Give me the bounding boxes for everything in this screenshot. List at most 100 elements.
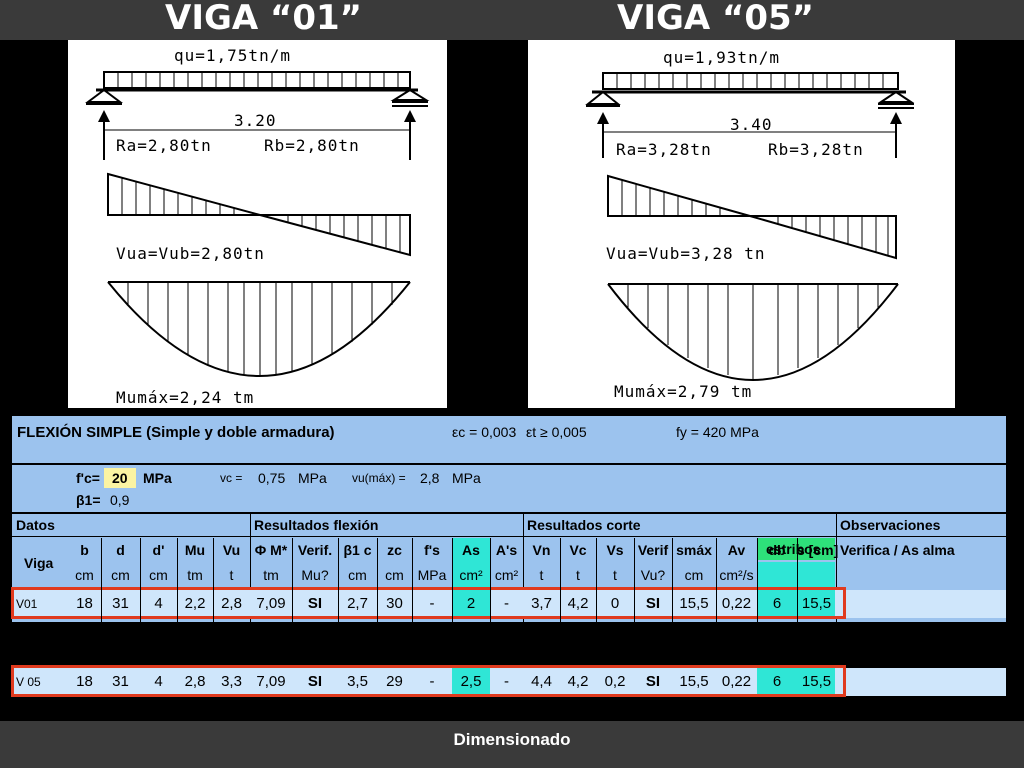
- column-header: db: [768, 542, 786, 558]
- table-cell: 30: [386, 595, 403, 612]
- table-cell: 6: [772, 673, 782, 690]
- row-viga-label: V 05: [16, 675, 41, 689]
- beam-05-moment: Mumáx=2,79 tm: [614, 382, 753, 401]
- section-flexion: Resultados flexión: [254, 517, 379, 533]
- beam-01-span: 3.20: [234, 111, 277, 130]
- table-cell: 4,2: [567, 595, 589, 612]
- column-header: d': [152, 542, 165, 558]
- column-header: d: [116, 542, 125, 558]
- beam-01-shear: Vua=Vub=2,80tn: [116, 244, 265, 263]
- beam-05-load: qu=1,93tn/m: [663, 48, 780, 67]
- column-header: b: [80, 542, 89, 558]
- beta-value: 0,9: [110, 492, 130, 508]
- column-header: smáx: [676, 542, 712, 558]
- column-unit: t: [539, 567, 544, 583]
- column-unit: tm: [263, 567, 279, 583]
- column-header: Vs: [606, 542, 624, 558]
- table-cell: 3,3: [221, 673, 242, 690]
- beam-05-span: 3.40: [730, 115, 773, 134]
- fy: fy = 420 MPa: [676, 424, 759, 440]
- beam-01-ra: Ra=2,80tn: [116, 136, 212, 155]
- beam-05-ra: Ra=3,28tn: [616, 140, 712, 159]
- column-header: Vu: [222, 542, 241, 558]
- table-cell: 3,5: [347, 673, 368, 690]
- table-cell: -: [429, 595, 435, 612]
- vumax-value: 2,8: [420, 470, 440, 486]
- vumax-label: vu(máx) =: [352, 471, 406, 485]
- column-header: Verif.: [297, 542, 333, 558]
- eps-c: εc = 0,003: [452, 424, 517, 440]
- footer-label: Dimensionado: [453, 730, 571, 749]
- beam-05-shear: Vua=Vub=3,28 tn: [606, 244, 766, 263]
- beam-01-moment: Mumáx=2,24 tm: [116, 388, 255, 407]
- col-viga: Viga: [24, 555, 54, 571]
- table-cell: 15,5: [679, 595, 709, 612]
- vc-label: vc =: [220, 471, 243, 485]
- table-cell: 3,7: [531, 595, 552, 612]
- table-cell: 2,8: [184, 673, 206, 690]
- column-unit: cm: [111, 567, 130, 583]
- column-header: Φ M*: [254, 542, 288, 558]
- table-cell: 15,5: [801, 673, 832, 690]
- table-cell: 4: [154, 673, 163, 690]
- row-viga-label: V01: [16, 597, 38, 611]
- title-viga-01: VIGA “01”: [165, 0, 363, 38]
- table-cell: SI: [307, 595, 323, 612]
- beam-01-diagram: qu=1,75tn/m 3.20 Ra=2,80tn Rb=2,80tn Vua…: [68, 40, 447, 408]
- column-header: Verif: [637, 542, 669, 558]
- column-unit: cm²: [459, 567, 483, 583]
- table-cell: 7,09: [256, 673, 286, 690]
- table-cell: 0,22: [721, 673, 752, 690]
- vc-value: 0,75: [258, 470, 286, 486]
- column-unit: tm: [187, 567, 203, 583]
- table-title: FLEXIÓN SIMPLE (Simple y doble armadura): [17, 424, 335, 441]
- table-cell: -: [429, 673, 435, 690]
- column-header: Vc: [569, 542, 587, 558]
- column-header: Av: [727, 542, 746, 558]
- table-cell: SI: [645, 673, 661, 690]
- table-cell: 15,5: [679, 673, 709, 690]
- column-unit: cm: [75, 567, 94, 583]
- table-cell: -: [504, 673, 509, 690]
- title-viga-05: VIGA “05”: [617, 0, 815, 38]
- obs-subheader: Verifica / As alma: [840, 542, 955, 558]
- table-cell: 4: [154, 595, 163, 612]
- column-unit: cm²: [494, 567, 519, 583]
- table-cell: -: [504, 595, 509, 612]
- beam-05-diagram: qu=1,93tn/m 3.40 Ra=3,28tn Rb=3,28tn Vua…: [528, 40, 955, 408]
- table-cell: 15,5: [801, 595, 832, 612]
- column-unit: cm: [684, 567, 704, 583]
- table-cell: 18: [76, 595, 93, 612]
- beam-01-rb: Rb=2,80tn: [264, 136, 360, 155]
- table-cell: 2,5: [460, 673, 482, 690]
- title-bar: [0, 0, 1024, 40]
- column-header: zc: [387, 542, 402, 558]
- column-unit: cm: [149, 567, 168, 583]
- column-unit: t: [229, 567, 234, 583]
- table-rule: [12, 536, 1006, 537]
- table-cell: 4,4: [531, 673, 552, 690]
- column-unit: cm: [348, 567, 367, 583]
- table-cell: 2,2: [184, 595, 206, 612]
- column-unit: cm²/s: [719, 567, 754, 583]
- table-cell: SI: [645, 595, 661, 612]
- eps-t: εt ≥ 0,005: [526, 424, 587, 440]
- table-cell: 31: [112, 595, 129, 612]
- fc-value[interactable]: 20: [112, 470, 128, 486]
- table-cell: 31: [112, 673, 129, 690]
- beam-05-drawing: [585, 72, 915, 381]
- beam-01-load: qu=1,75tn/m: [174, 46, 291, 65]
- table-cell: 18: [76, 673, 93, 690]
- column-unit: t: [576, 567, 580, 583]
- section-obs: Observaciones: [840, 517, 941, 533]
- table-cell: SI: [307, 673, 323, 690]
- table-cell: 2,8: [221, 595, 242, 612]
- table-cell: 0,22: [721, 595, 752, 612]
- column-unit: Mu?: [301, 567, 329, 583]
- estribos-units-bg: [757, 562, 835, 588]
- table-cell: 2: [466, 595, 476, 612]
- section-corte: Resultados corte: [527, 517, 641, 533]
- section-datos: Datos: [16, 517, 55, 533]
- column-unit: t: [613, 567, 617, 583]
- table-cell: 0: [610, 595, 620, 612]
